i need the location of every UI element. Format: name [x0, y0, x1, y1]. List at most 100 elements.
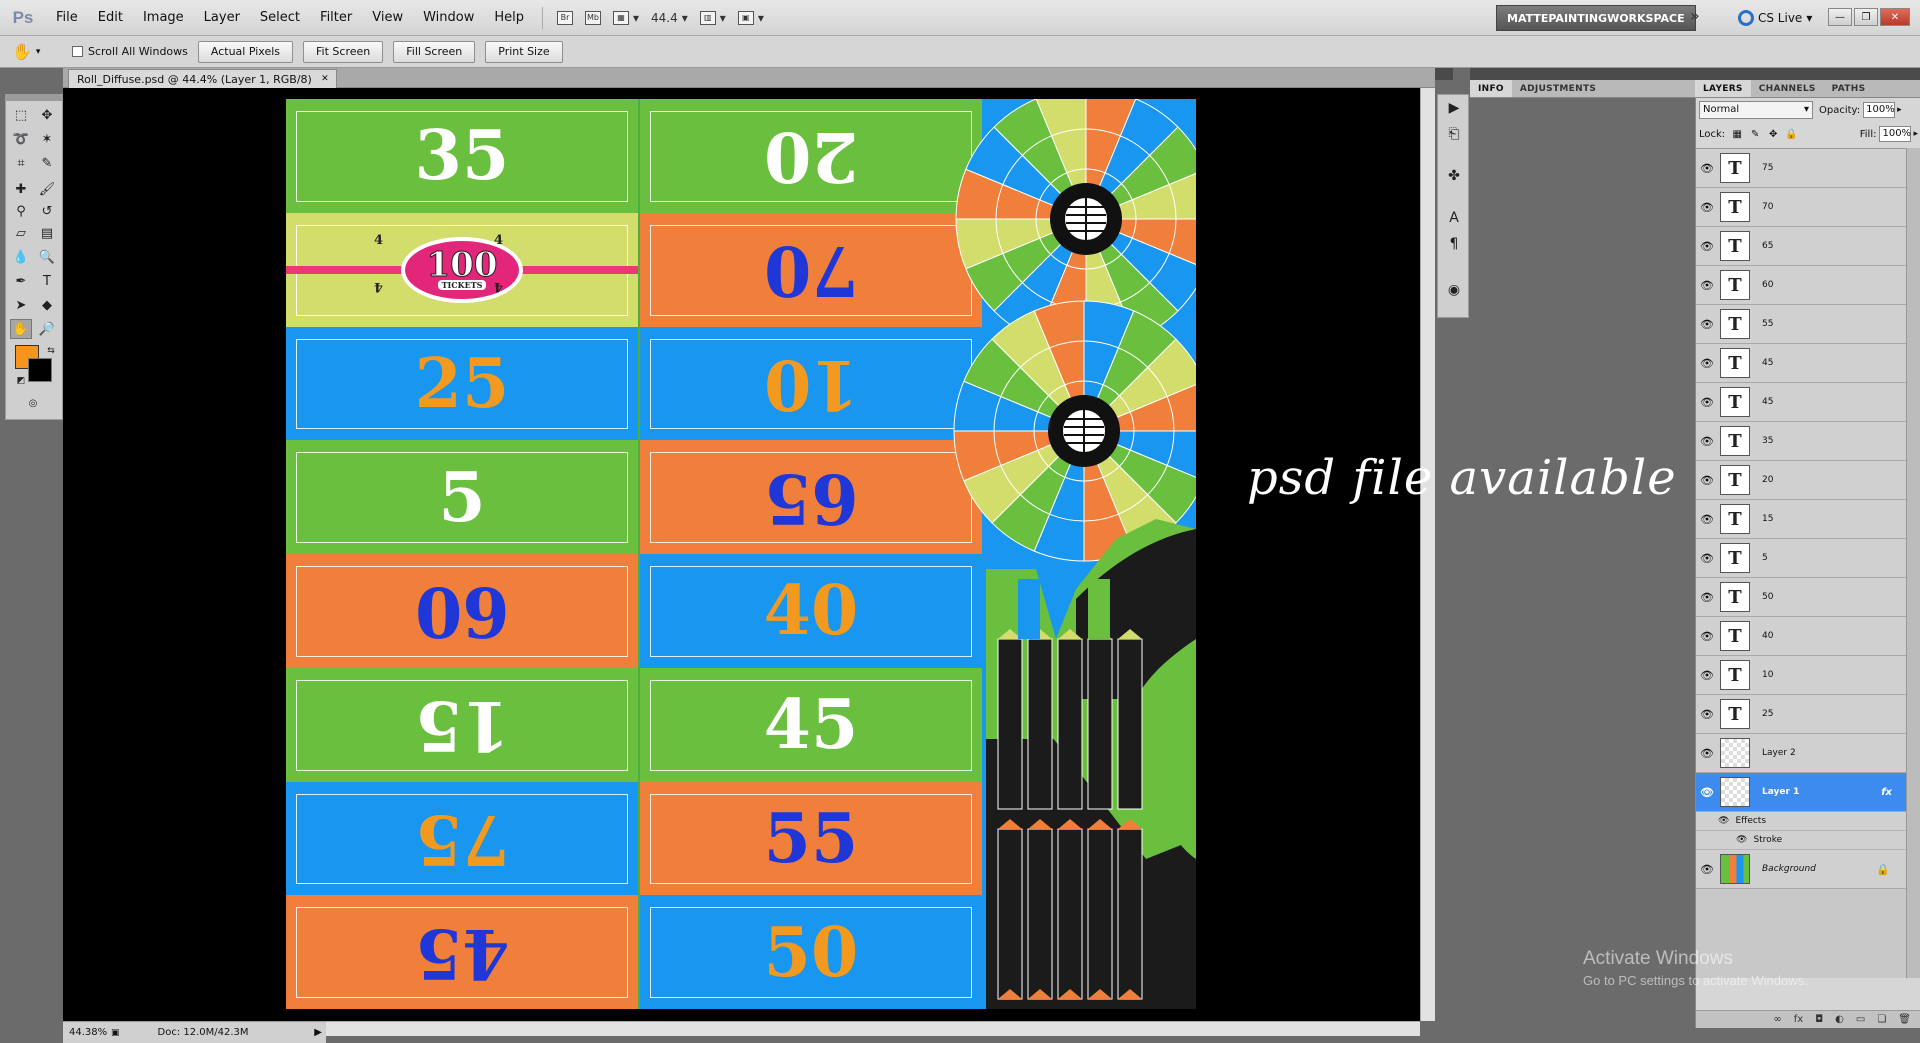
add-layer-style-icon[interactable]: fx: [1794, 1014, 1803, 1025]
move-tool-icon[interactable]: ✥: [36, 105, 58, 125]
history-panel-icon[interactable]: ⎗: [1444, 125, 1464, 143]
print-size-button[interactable]: Print Size: [485, 40, 563, 63]
eye-icon[interactable]: 👁: [1696, 240, 1718, 253]
launch-bridge-button[interactable]: Br: [551, 7, 579, 29]
gradient-tool-icon[interactable]: ▤: [36, 223, 58, 243]
eye-icon[interactable]: 👁: [1696, 591, 1718, 604]
shape-tool-icon[interactable]: ◆: [36, 295, 58, 315]
layer-row[interactable]: 👁 T 75: [1696, 149, 1906, 188]
layer-row[interactable]: 👁 T 10: [1696, 656, 1906, 695]
new-group-icon[interactable]: ▭: [1856, 1014, 1865, 1025]
info-panel-header[interactable]: [1470, 68, 1695, 80]
layer-row[interactable]: 👁 T 25: [1696, 695, 1906, 734]
eye-icon[interactable]: 👁: [1696, 786, 1718, 799]
default-colors-icon[interactable]: ◩: [10, 371, 32, 391]
new-layer-icon[interactable]: ❏: [1877, 1014, 1886, 1025]
layer-row[interactable]: 👁 T 50: [1696, 578, 1906, 617]
fill-input[interactable]: 100%: [1879, 126, 1912, 142]
layer-effect-effects[interactable]: 👁 Effects: [1696, 812, 1906, 831]
eye-icon[interactable]: 👁: [1696, 162, 1718, 175]
scroll-all-windows-checkbox[interactable]: Scroll All Windows: [72, 45, 188, 58]
history-brush-tool-icon[interactable]: ↺: [36, 201, 58, 221]
menu-image[interactable]: Image: [133, 0, 194, 36]
menu-file[interactable]: File: [46, 0, 88, 36]
layer-row[interactable]: 👁 T 60: [1696, 266, 1906, 305]
more-workspaces-button[interactable]: »: [1690, 6, 1700, 25]
link-layers-icon[interactable]: ∞: [1773, 1014, 1781, 1025]
menu-edit[interactable]: Edit: [88, 0, 133, 36]
arrange-documents-dropdown[interactable]: ▥ ▾: [694, 7, 732, 29]
type-tool-icon[interactable]: T: [36, 271, 58, 291]
tab-adjustments[interactable]: ADJUSTMENTS: [1512, 80, 1604, 97]
blend-mode-select[interactable]: Normal: [1699, 101, 1813, 119]
eye-icon[interactable]: 👁: [1718, 816, 1729, 826]
eye-icon[interactable]: 👁: [1696, 669, 1718, 682]
eye-icon[interactable]: 👁: [1696, 513, 1718, 526]
lock-image-pixels-icon[interactable]: ✎: [1749, 128, 1761, 140]
eye-icon[interactable]: 👁: [1696, 747, 1718, 760]
paragraph-panel-icon[interactable]: ¶: [1444, 235, 1464, 253]
eye-icon[interactable]: 👁: [1696, 357, 1718, 370]
layer-list-scrollbar[interactable]: [1906, 148, 1920, 978]
swap-colors-icon[interactable]: ⇆: [40, 341, 62, 361]
layer-effect-stroke[interactable]: 👁 Stroke: [1696, 831, 1906, 850]
layer-row[interactable]: 👁 T 40: [1696, 617, 1906, 656]
layer-row[interactable]: 👁 Background 🔒: [1696, 850, 1906, 889]
eye-icon[interactable]: 👁: [1696, 552, 1718, 565]
menu-filter[interactable]: Filter: [310, 0, 362, 36]
lock-position-icon[interactable]: ✥: [1767, 128, 1779, 140]
eye-icon[interactable]: 👁: [1696, 630, 1718, 643]
brush-tool-icon[interactable]: 🖌: [36, 179, 58, 199]
layer-row[interactable]: 👁 T 45: [1696, 344, 1906, 383]
layer-row[interactable]: 👁 T 55: [1696, 305, 1906, 344]
view-extras-dropdown[interactable]: ▦ ▾: [607, 7, 645, 29]
eye-icon[interactable]: 👁: [1696, 396, 1718, 409]
layer-row[interactable]: 👁 T 35: [1696, 422, 1906, 461]
fit-screen-button[interactable]: Fit Screen: [303, 40, 384, 63]
clone-source-icon[interactable]: ◉: [1444, 281, 1464, 299]
marquee-tool-icon[interactable]: ⬚: [10, 105, 32, 125]
menu-view[interactable]: View: [362, 0, 413, 36]
eye-icon[interactable]: 👁: [1696, 435, 1718, 448]
screen-mode-dropdown[interactable]: ▣ ▾: [732, 7, 770, 29]
dock-collapse-bar[interactable]: [1435, 68, 1453, 80]
lasso-tool-icon[interactable]: ➰: [10, 129, 32, 149]
layer-row[interactable]: 👁 T 15: [1696, 500, 1906, 539]
adjustment-layer-icon[interactable]: ◐: [1835, 1014, 1844, 1025]
crop-tool-icon[interactable]: ⌗: [10, 153, 32, 173]
cs-live-button[interactable]: CS Live ▾: [1738, 6, 1812, 30]
eye-icon[interactable]: 👁: [1696, 708, 1718, 721]
zoom-level-dropdown[interactable]: 44.4 ▾: [645, 7, 694, 29]
menu-layer[interactable]: Layer: [194, 0, 250, 36]
tab-layers[interactable]: LAYERS: [1695, 80, 1751, 97]
brush-presets-icon[interactable]: ✤: [1444, 167, 1464, 185]
character-panel-icon[interactable]: A: [1444, 209, 1464, 227]
tools-panel-header[interactable]: [6, 95, 62, 101]
eye-icon[interactable]: 👁: [1696, 318, 1718, 331]
workspace-switcher-button[interactable]: MATTEPAINTINGWORKSPACE: [1496, 5, 1696, 31]
eye-icon[interactable]: 👁: [1736, 835, 1747, 845]
lock-all-icon[interactable]: 🔒: [1785, 128, 1797, 140]
healing-brush-tool-icon[interactable]: ✚: [10, 179, 32, 199]
layer-row[interactable]: 👁 T 45: [1696, 383, 1906, 422]
vertical-scrollbar[interactable]: [1420, 88, 1435, 1021]
actual-pixels-button[interactable]: Actual Pixels: [197, 40, 294, 63]
magic-wand-tool-icon[interactable]: ✶: [36, 129, 58, 149]
menu-help[interactable]: Help: [484, 0, 534, 36]
zoom-percentage-field[interactable]: 44.38%: [63, 1027, 111, 1038]
tab-channels[interactable]: CHANNELS: [1751, 80, 1824, 97]
launch-mini-bridge-button[interactable]: Mb: [579, 7, 607, 29]
menu-select[interactable]: Select: [250, 0, 310, 36]
layers-panel-header[interactable]: [1695, 68, 1920, 80]
eraser-tool-icon[interactable]: ▱: [10, 223, 32, 243]
fill-slider-arrow-icon[interactable]: ▸: [1913, 129, 1918, 139]
layer-row[interactable]: 👁 T 5: [1696, 539, 1906, 578]
document-tab[interactable]: Roll_Diffuse.psd @ 44.4% (Layer 1, RGB/8…: [68, 69, 337, 88]
close-button[interactable]: ✕: [1880, 8, 1910, 26]
fill-screen-button[interactable]: Fill Screen: [393, 40, 476, 63]
tab-info[interactable]: INFO: [1470, 80, 1512, 97]
eye-icon[interactable]: 👁: [1696, 474, 1718, 487]
quick-mask-icon[interactable]: ◎: [22, 393, 44, 413]
layer-row[interactable]: 👁 T 20: [1696, 461, 1906, 500]
eye-icon[interactable]: 👁: [1696, 201, 1718, 214]
